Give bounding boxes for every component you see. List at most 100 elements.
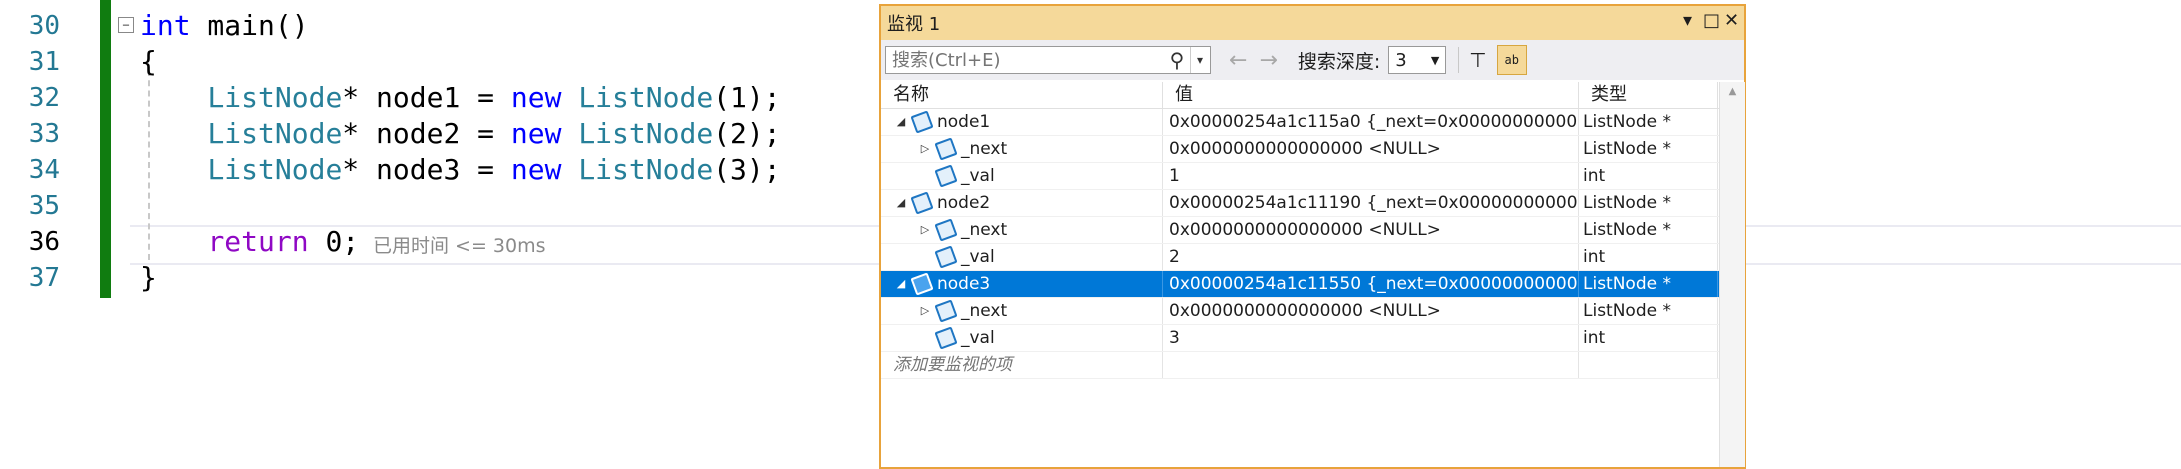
watch-value[interactable]: 0x00000254a1c11190 {_next=0x000000000000…	[1163, 190, 1579, 216]
watch-name-cell[interactable]: ◢ node2	[881, 190, 1163, 216]
search-input[interactable]	[886, 48, 1164, 72]
watch-value[interactable]: 0x00000254a1c115a0 {_next=0x000000000000…	[1163, 109, 1579, 135]
code-line[interactable]: ListNode* node2 = new ListNode(2);	[140, 116, 781, 152]
watch-row-val[interactable]: _val 2 int	[881, 244, 1744, 271]
column-header-value[interactable]: 值	[1163, 82, 1579, 108]
watch-row-node3[interactable]: ◢ node3 0x00000254a1c11550 {_next=0x000000…	[881, 271, 1744, 298]
code-token: * node1 =	[342, 81, 511, 114]
maximize-icon[interactable]: □	[1703, 10, 1720, 31]
expand-arrow-icon[interactable]: ▷	[917, 136, 933, 162]
line-number: 36	[28, 227, 60, 257]
code-token: new	[510, 81, 562, 114]
watch-value[interactable]: 1	[1163, 163, 1579, 189]
column-header-row: 名称 值 类型	[881, 82, 1744, 109]
watch-value[interactable]: 0x0000000000000000 <NULL>	[1163, 217, 1579, 243]
watch-type: ListNode *	[1579, 109, 1718, 135]
watch-title-bar[interactable]: 监视 1 ▾ □ ✕	[881, 6, 1744, 40]
watch-name: node3	[937, 274, 991, 294]
watch-row-val[interactable]: _val 3 int	[881, 325, 1744, 352]
line-number: 34	[28, 155, 60, 185]
pin-icon[interactable]: ⊤	[1469, 48, 1486, 72]
watch-row-node1[interactable]: ◢ node1 0x00000254a1c115a0 {_next=0x000000…	[881, 109, 1744, 136]
code-token: ListNode	[578, 117, 714, 150]
code-line[interactable]: {	[140, 44, 157, 80]
search-depth-value: 3	[1395, 49, 1407, 71]
code-token: }	[140, 261, 157, 294]
expand-arrow-icon[interactable]: ▷	[917, 298, 933, 324]
dropdown-menu-icon[interactable]: ▾	[1683, 10, 1692, 31]
watch-name-cell[interactable]: _val	[881, 244, 1163, 270]
variable-icon	[910, 191, 934, 215]
collapse-arrow-icon[interactable]: ◢	[893, 190, 909, 216]
hex-display-icon[interactable]: ab	[1496, 45, 1527, 75]
back-arrow-icon[interactable]: ←	[1229, 48, 1247, 73]
code-token: int	[140, 9, 191, 42]
watch-row-next[interactable]: ▷ _next 0x0000000000000000 <NULL> ListNode …	[881, 136, 1744, 163]
watch-window[interactable]: 监视 1 ▾ □ ✕ ⚲ ▾ ← → 搜索深度: 3 ▼ ⊤ ab 名称 值 类…	[879, 4, 1746, 469]
collapse-toggle-icon[interactable]: −	[118, 17, 134, 33]
watch-value[interactable]: 2	[1163, 244, 1579, 270]
forward-arrow-icon[interactable]: →	[1259, 48, 1277, 73]
change-tracking-bar	[100, 0, 111, 298]
perf-tip-elapsed: 已用时间 <= 30ms	[373, 235, 546, 257]
column-header-type[interactable]: 类型	[1579, 82, 1718, 108]
variable-icon	[934, 299, 958, 323]
watch-name: _val	[961, 247, 995, 267]
watch-value[interactable]: 3	[1163, 325, 1579, 351]
code-token: ListNode	[207, 153, 343, 186]
code-line[interactable]: }	[140, 260, 157, 296]
code-line[interactable]: ListNode* node1 = new ListNode(1);	[140, 80, 780, 116]
code-line[interactable]: ListNode* node3 = new ListNode(3);	[140, 152, 780, 188]
watch-name-cell[interactable]: ▷ _next	[881, 136, 1163, 162]
code-token: return	[207, 225, 309, 258]
variable-icon	[934, 164, 958, 188]
close-icon[interactable]: ✕	[1724, 10, 1739, 31]
code-token: ListNode	[578, 81, 714, 114]
code-line[interactable]: return 0;	[140, 224, 359, 260]
watch-row-next[interactable]: ▷ _next 0x0000000000000000 <NULL> ListNode …	[881, 217, 1744, 244]
search-depth-select[interactable]: 3 ▼	[1388, 46, 1447, 74]
watch-row-node2[interactable]: ◢ node2 0x00000254a1c11190 {_next=0x000000…	[881, 190, 1744, 217]
watch-grid[interactable]: 名称 值 类型 ◢ node1 0x00000254a1c115a0 {_next=…	[881, 82, 1744, 379]
code-token: * node2 =	[342, 117, 511, 150]
watch-value[interactable]: 0x00000254a1c11550 {_next=0x000000000000…	[1163, 271, 1579, 297]
watch-type: ListNode *	[1579, 190, 1718, 216]
watch-toolbar: ⚲ ▾ ← → 搜索深度: 3 ▼ ⊤ ab	[881, 40, 1744, 80]
column-header-name[interactable]: 名称	[881, 82, 1163, 108]
watch-name: _next	[961, 301, 1008, 321]
search-icon[interactable]: ⚲	[1164, 48, 1190, 72]
collapse-arrow-icon[interactable]: ◢	[893, 271, 909, 297]
scroll-up-icon[interactable]: ▲	[1720, 82, 1745, 97]
search-box[interactable]: ⚲ ▾	[885, 46, 1211, 74]
watch-name-cell[interactable]: ◢ node1	[881, 109, 1163, 135]
code-token: (2);	[713, 117, 781, 150]
watch-name-cell[interactable]: _val	[881, 325, 1163, 351]
add-watch-row[interactable]: 添加要监视的项	[881, 352, 1744, 379]
watch-row-val[interactable]: _val 1 int	[881, 163, 1744, 190]
collapse-arrow-icon[interactable]: ◢	[893, 109, 909, 135]
watch-name-cell[interactable]: _val	[881, 163, 1163, 189]
watch-name-cell[interactable]: ▷ _next	[881, 298, 1163, 324]
search-depth-label: 搜索深度:	[1297, 50, 1381, 73]
line-number: 32	[28, 83, 60, 113]
search-dropdown-icon[interactable]: ▾	[1190, 47, 1209, 73]
variable-icon	[934, 137, 958, 161]
watch-name-cell[interactable]: ▷ _next	[881, 217, 1163, 243]
code-token: ListNode	[578, 153, 714, 186]
watch-value[interactable]: 0x0000000000000000 <NULL>	[1163, 298, 1579, 324]
code-token: {	[140, 45, 157, 78]
expand-arrow-icon[interactable]: ▷	[917, 217, 933, 243]
watch-row-next[interactable]: ▷ _next 0x0000000000000000 <NULL> ListNode …	[881, 298, 1744, 325]
line-number: 37	[28, 263, 60, 293]
watch-name-cell[interactable]: ◢ node3	[881, 271, 1163, 297]
watch-value[interactable]: 0x0000000000000000 <NULL>	[1163, 136, 1579, 162]
add-watch-label[interactable]: 添加要监视的项	[881, 352, 1163, 378]
vertical-scrollbar[interactable]: ▲	[1719, 82, 1745, 467]
code-line[interactable]: int main()	[140, 8, 309, 44]
